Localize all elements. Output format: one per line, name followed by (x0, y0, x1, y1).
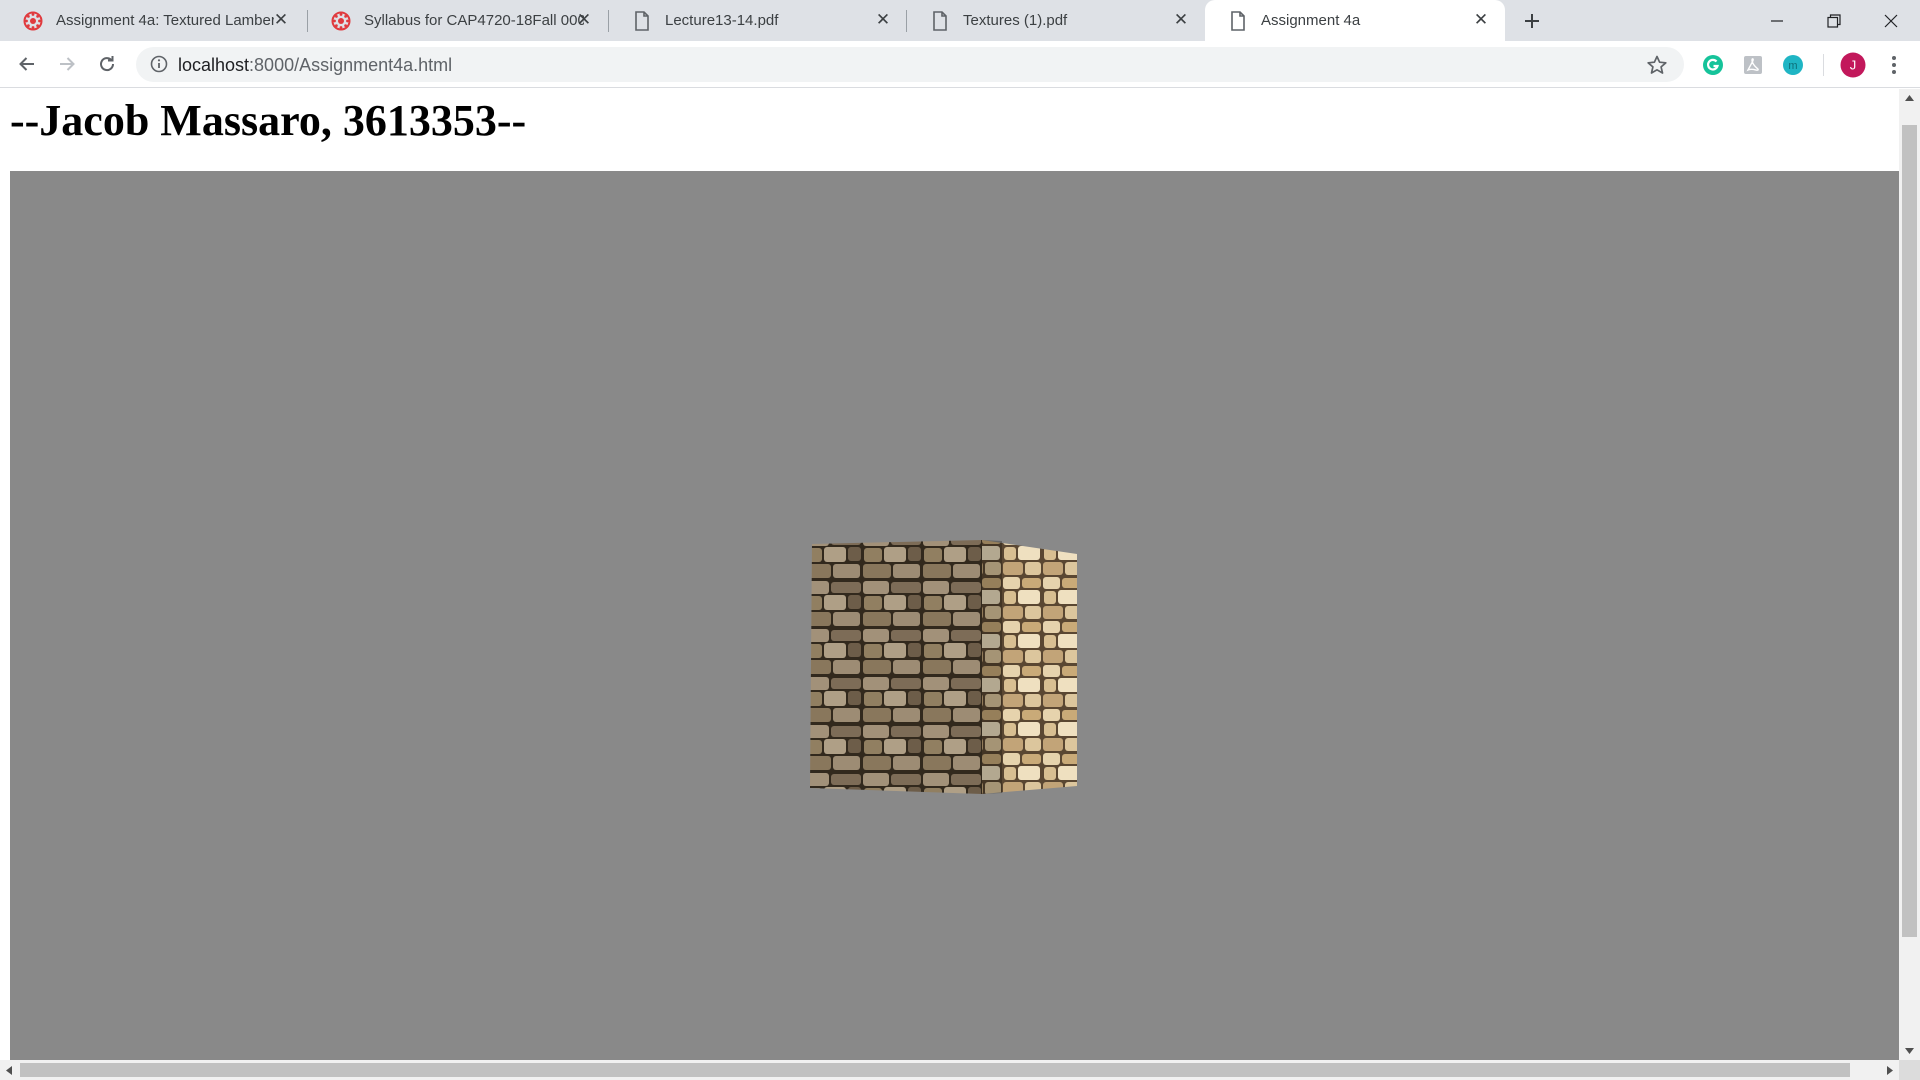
webgl-canvas[interactable] (10, 171, 1899, 1060)
minimize-icon (1771, 19, 1783, 22)
horizontal-scrollbar[interactable] (0, 1060, 1899, 1080)
scrollbar-corner (1899, 1060, 1920, 1080)
tab-close-icon[interactable]: ✕ (873, 10, 893, 30)
arrow-left-icon (19, 57, 34, 71)
tab-strip: Assignment 4a: Textured Lambert ✕ Syllab… (0, 0, 1920, 41)
address-bar[interactable]: localhost:8000/Assignment4a.html (136, 47, 1684, 82)
page-title: --Jacob Massaro, 3613353-- (10, 96, 527, 145)
toolbar-divider (1823, 54, 1824, 76)
profile-button[interactable]: J (1840, 52, 1866, 78)
tab-lecture-pdf[interactable]: Lecture13-14.pdf ✕ (609, 0, 907, 41)
vertical-scrollbar[interactable] (1899, 89, 1920, 1060)
page-viewport: --Jacob Massaro, 3613353-- (0, 89, 1920, 1080)
acrobat-icon (1744, 56, 1762, 74)
tab-close-icon[interactable]: ✕ (271, 10, 291, 30)
pdf-extension[interactable] (1741, 53, 1765, 77)
tab-title: Lecture13-14.pdf (665, 12, 779, 29)
menu-button[interactable] (1882, 53, 1906, 77)
svg-text:m: m (1788, 60, 1797, 72)
horizontal-scroll-thumb[interactable] (20, 1063, 1850, 1077)
url-text[interactable]: localhost:8000/Assignment4a.html (178, 55, 452, 76)
document-icon (1227, 10, 1249, 32)
arrow-right-icon (60, 57, 75, 71)
tab-assignment-canvas[interactable]: Assignment 4a: Textured Lambert ✕ (0, 0, 305, 41)
scroll-left-icon[interactable] (0, 1060, 18, 1080)
close-window-button[interactable] (1862, 0, 1920, 41)
url-path: :8000/Assignment4a.html (249, 55, 453, 75)
extension-m-icon: m (1783, 55, 1803, 75)
plus-icon (1525, 14, 1539, 28)
tab-title: Textures (1).pdf (963, 12, 1068, 29)
profile-initial: J (1850, 58, 1857, 73)
scroll-up-icon[interactable] (1899, 89, 1920, 107)
tab-textures-pdf[interactable]: Textures (1).pdf ✕ (907, 0, 1205, 41)
tab-title: Assignment 4a (1261, 12, 1361, 29)
teal-extension[interactable]: m (1781, 53, 1805, 77)
browser-toolbar: localhost:8000/Assignment4a.html m J (0, 41, 1920, 88)
more-vertical-icon (1892, 56, 1896, 74)
tab-close-icon[interactable]: ✕ (574, 10, 594, 30)
forward-button[interactable] (52, 49, 82, 79)
tab-close-icon[interactable]: ✕ (1171, 10, 1191, 30)
vertical-scroll-thumb[interactable] (1902, 125, 1917, 937)
reload-icon (100, 56, 115, 72)
tab-close-icon[interactable]: ✕ (1471, 10, 1491, 30)
close-icon (1884, 14, 1898, 27)
scroll-right-icon[interactable] (1881, 1060, 1899, 1080)
tab-assignment-4a[interactable]: Assignment 4a ✕ (1205, 0, 1505, 41)
document-icon (929, 10, 951, 32)
canvas-icon (330, 10, 352, 32)
grammarly-extension[interactable] (1701, 53, 1725, 77)
tab-syllabus-canvas[interactable]: Syllabus for CAP4720-18Fall 0001 ✕ (308, 0, 608, 41)
minimize-button[interactable] (1748, 0, 1806, 41)
new-tab-button[interactable] (1518, 7, 1546, 35)
document-icon (631, 10, 653, 32)
tab-title: Assignment 4a: Textured Lambert (56, 12, 274, 29)
url-host: localhost (178, 55, 250, 75)
avatar: J (1840, 52, 1866, 78)
textured-cube (810, 540, 1077, 794)
grammarly-icon (1703, 55, 1723, 75)
restore-button[interactable] (1805, 0, 1863, 41)
tab-title: Syllabus for CAP4720-18Fall 0001 (364, 12, 584, 29)
back-button[interactable] (12, 49, 42, 79)
bookmark-star-icon[interactable] (1646, 54, 1668, 76)
restore-icon (1827, 13, 1841, 28)
scroll-down-icon[interactable] (1899, 1042, 1920, 1060)
canvas-icon (22, 10, 44, 32)
reload-button[interactable] (92, 49, 122, 79)
info-icon[interactable] (150, 55, 168, 73)
